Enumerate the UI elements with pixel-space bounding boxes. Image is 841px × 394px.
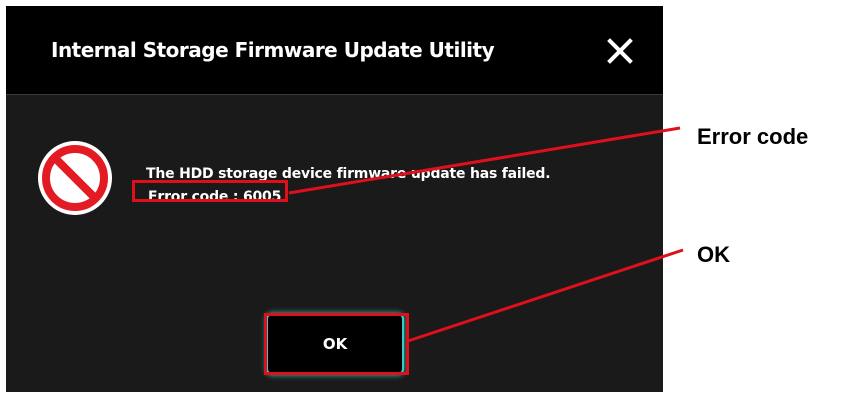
ok-highlight-box xyxy=(264,313,409,375)
title-bar: Internal Storage Firmware Update Utility xyxy=(6,6,663,95)
error-code-callout-label: Error code xyxy=(697,124,809,149)
prohibited-icon xyxy=(38,141,112,215)
ok-callout-label: OK xyxy=(697,242,730,267)
dialog-title: Internal Storage Firmware Update Utility xyxy=(51,38,495,62)
close-icon xyxy=(607,38,633,64)
close-button[interactable] xyxy=(603,34,637,68)
error-code-highlight-box xyxy=(132,180,288,202)
